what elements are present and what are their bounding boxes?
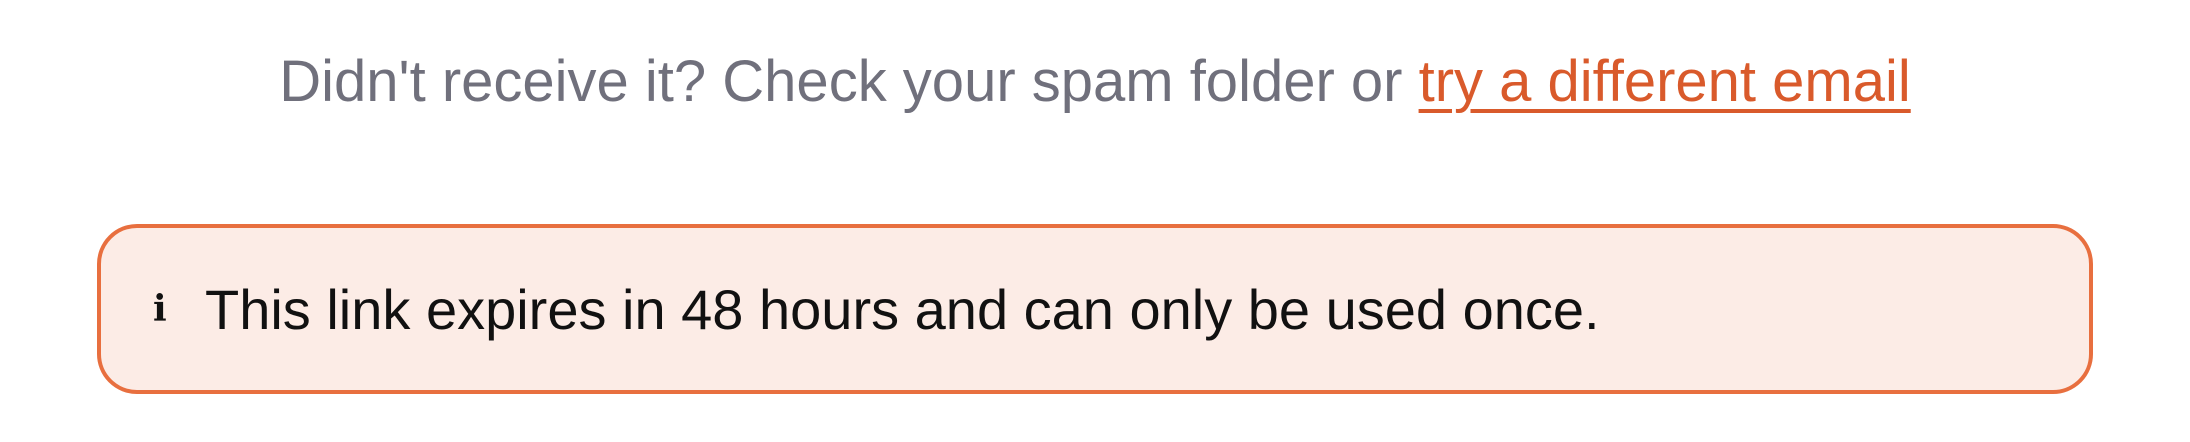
expiry-notice-message: This link expires in 48 hours and can on… <box>205 277 1600 341</box>
try-different-email-link[interactable]: try a different email <box>1419 49 1911 114</box>
info-icon: i <box>153 288 167 330</box>
expiry-notice: i This link expires in 48 hours and can … <box>97 224 2093 394</box>
resend-help-text: Didn't receive it? Check your spam folde… <box>0 42 2190 122</box>
resend-help-prefix: Didn't receive it? Check your spam folde… <box>279 49 1419 114</box>
